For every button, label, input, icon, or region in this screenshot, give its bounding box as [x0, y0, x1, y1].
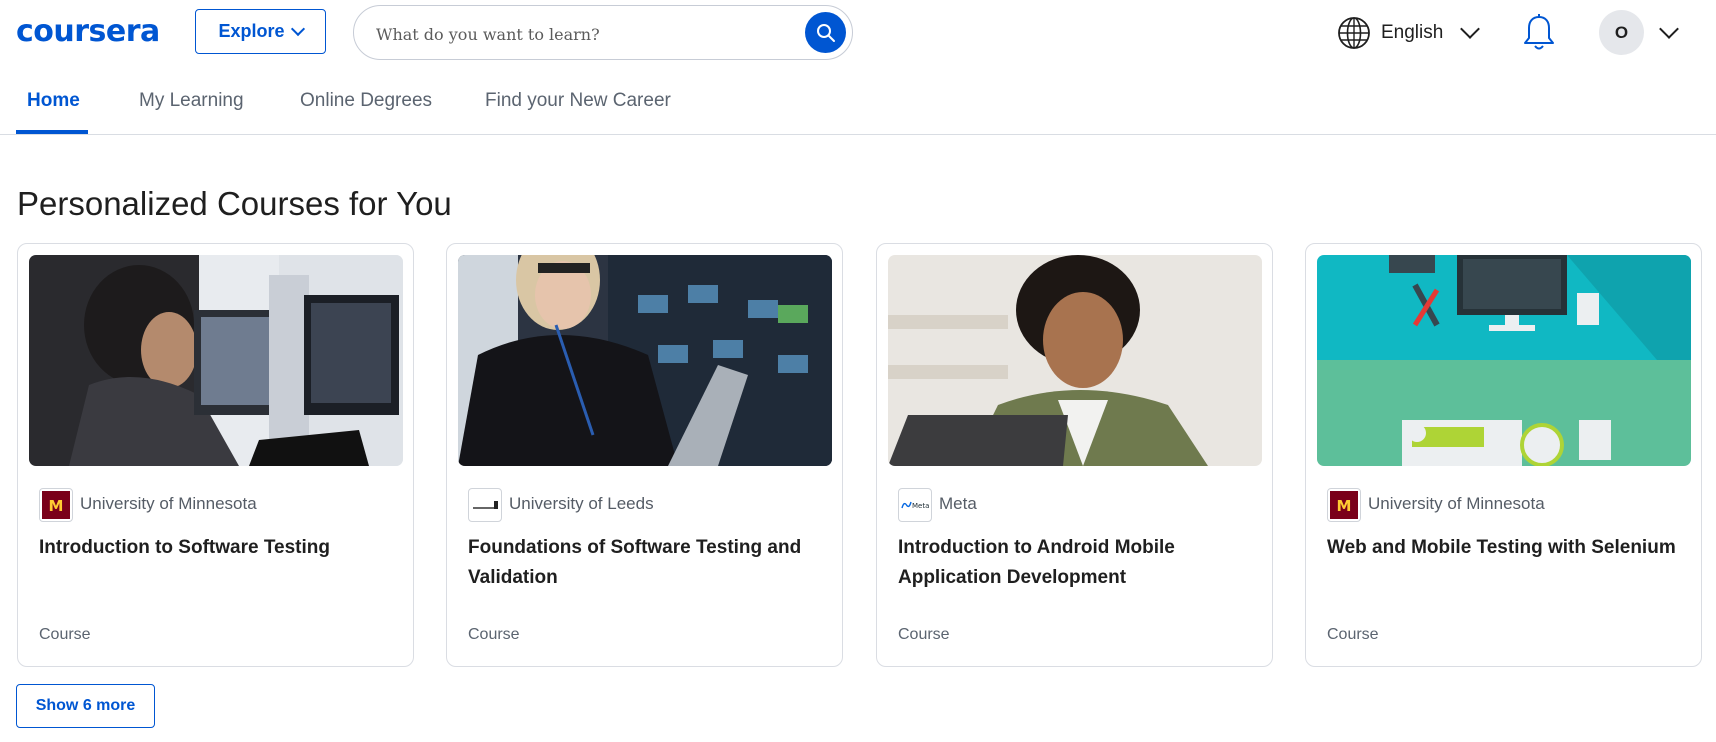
course-image: [888, 255, 1262, 466]
top-header: coursera Explore English O: [0, 0, 1716, 64]
tab-find-career[interactable]: Find your New Career: [485, 90, 671, 112]
language-selector[interactable]: English: [1337, 15, 1481, 51]
main-nav-tabs: Home My Learning Online Degrees Find you…: [0, 64, 1716, 135]
chevron-down-icon: [1460, 19, 1481, 39]
course-type: Course: [39, 626, 91, 643]
minnesota-logo: M: [1327, 488, 1361, 522]
explore-button[interactable]: Explore: [195, 9, 326, 54]
chevron-down-icon: [290, 21, 305, 37]
explore-label: Explore: [218, 21, 285, 41]
course-title[interactable]: Introduction to Android Mobile Applicati…: [898, 533, 1248, 593]
coursera-logo[interactable]: coursera: [16, 14, 160, 49]
chevron-down-icon[interactable]: [1659, 19, 1679, 39]
course-type: Course: [468, 626, 520, 643]
minnesota-logo: M: [39, 488, 73, 522]
tab-home[interactable]: Home: [27, 90, 80, 112]
user-avatar[interactable]: O: [1599, 10, 1644, 55]
search-bar: [353, 5, 853, 60]
show-more-button[interactable]: Show 6 more: [16, 684, 155, 728]
course-title[interactable]: Introduction to Software Testing: [39, 533, 389, 563]
search-button[interactable]: [805, 12, 846, 53]
course-image: [1317, 255, 1691, 466]
partner-name: Meta: [939, 494, 977, 513]
course-card[interactable]: University of Leeds Foundations of Softw…: [446, 243, 843, 667]
course-title[interactable]: Web and Mobile Testing with Selenium: [1327, 533, 1677, 563]
meta-logo: Meta: [898, 488, 932, 522]
course-card[interactable]: M University of Minnesota Introduction t…: [17, 243, 414, 667]
svg-text:M: M: [1337, 497, 1352, 515]
course-image: [29, 255, 403, 466]
partner-name: University of Minnesota: [1368, 494, 1545, 513]
search-input[interactable]: [374, 18, 778, 50]
language-label: English: [1381, 22, 1444, 43]
notifications-bell-icon[interactable]: [1521, 13, 1557, 53]
tab-my-learning[interactable]: My Learning: [139, 90, 244, 112]
course-card[interactable]: Meta Meta Introduction to Android Mobile…: [876, 243, 1273, 667]
course-image: [458, 255, 832, 466]
partner-name: University of Minnesota: [80, 494, 257, 513]
section-title: Personalized Courses for You: [17, 185, 452, 222]
search-icon: [816, 23, 835, 42]
tab-online-degrees[interactable]: Online Degrees: [300, 90, 432, 112]
course-title[interactable]: Foundations of Software Testing and Vali…: [468, 533, 818, 593]
course-type: Course: [898, 626, 950, 643]
leeds-logo: [468, 488, 502, 522]
course-type: Course: [1327, 626, 1379, 643]
globe-icon: [1338, 17, 1370, 49]
course-card[interactable]: M University of Minnesota Web and Mobile…: [1305, 243, 1702, 667]
svg-text:M: M: [49, 497, 64, 515]
active-tab-indicator: [16, 130, 88, 134]
partner-name: University of Leeds: [509, 494, 654, 513]
svg-text:Meta: Meta: [912, 502, 929, 510]
